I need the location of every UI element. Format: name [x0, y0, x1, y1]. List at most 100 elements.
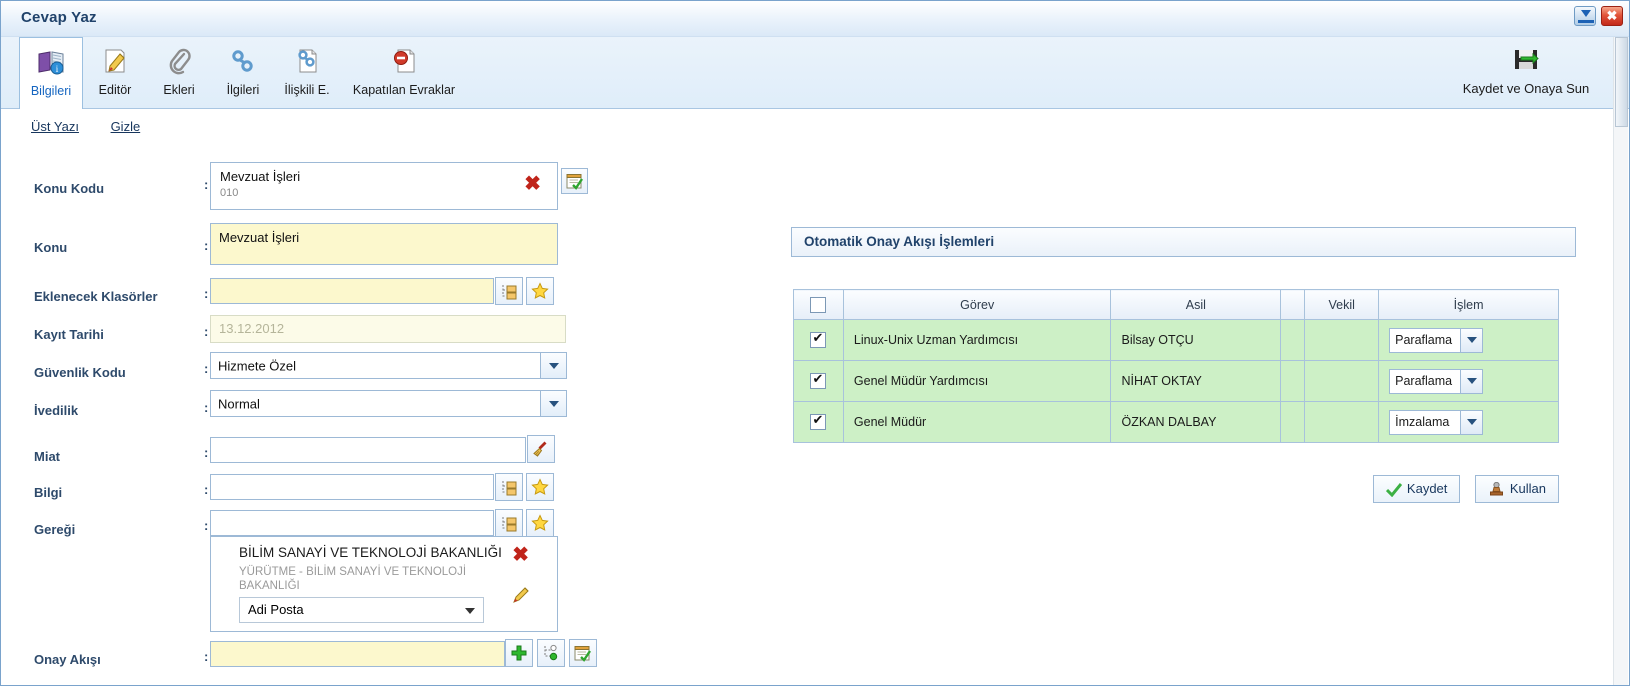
- label-onay-akisi: Onay Akışı: [34, 652, 101, 667]
- colon: :: [204, 400, 209, 415]
- recipient-organization: BİLİM SANAYİ VE TEKNOLOJİ BAKANLIĞI: [239, 545, 502, 560]
- kaydet-button[interactable]: Kaydet: [1372, 475, 1461, 503]
- chevron-down-icon[interactable]: [540, 353, 566, 378]
- chevron-down-icon[interactable]: [1460, 369, 1483, 393]
- miat-clear-button[interactable]: [527, 435, 555, 463]
- label-konu: Konu: [34, 240, 68, 255]
- minimize-button[interactable]: [1574, 6, 1596, 26]
- chevron-down-icon[interactable]: [1460, 410, 1483, 434]
- ribbon-tab-label: Ekleri: [163, 83, 195, 97]
- header-vekil[interactable]: Vekil: [1304, 289, 1380, 320]
- islem-value: İmzalama: [1395, 414, 1450, 429]
- onay-akisi-input[interactable]: [210, 641, 505, 667]
- folder-tree-icon: [502, 480, 516, 495]
- select-all-checkbox[interactable]: [810, 296, 827, 313]
- onay-akisi-flow-button[interactable]: [537, 639, 565, 667]
- ribbon-tab-bilgileri[interactable]: i Bilgileri: [19, 37, 83, 109]
- cell-islem[interactable]: Paraflama: [1378, 319, 1559, 361]
- ribbon-tab-kapatilan-evraklar[interactable]: Kapatılan Evraklar: [339, 37, 469, 97]
- cell-gorev: Linux-Unix Uzman Yardımcısı: [842, 319, 1112, 361]
- header-select-all[interactable]: [793, 289, 844, 320]
- konu-kodu-code: 010: [220, 187, 239, 199]
- chevron-down-icon: [465, 608, 475, 614]
- scrollbar-thumb[interactable]: [1615, 37, 1628, 127]
- recipient-remove-button[interactable]: ✖: [512, 545, 529, 566]
- close-button[interactable]: ✖: [1601, 6, 1623, 26]
- recipient-delivery-select[interactable]: Adi Posta: [239, 597, 484, 623]
- pencil-edit-icon: [513, 587, 529, 603]
- header-asil[interactable]: Asil: [1110, 289, 1282, 320]
- row-checkbox[interactable]: [810, 330, 827, 348]
- kullan-button-label: Kullan: [1509, 481, 1546, 496]
- bilgi-favorite-button[interactable]: [526, 473, 554, 501]
- ribbon-tab-iliskili-evraklar[interactable]: İlişkili E.: [275, 37, 339, 97]
- colon: :: [204, 324, 209, 339]
- row-checkbox-cell[interactable]: [793, 401, 844, 443]
- konu-field[interactable]: Mevzuat İşleri: [210, 223, 558, 265]
- islem-select[interactable]: Paraflama: [1389, 327, 1484, 353]
- cell-islem[interactable]: İmzalama: [1378, 401, 1559, 443]
- row-checkbox[interactable]: [810, 412, 827, 430]
- kayit-tarihi-value: 13.12.2012: [219, 321, 285, 336]
- workflow-node-icon: [544, 644, 558, 661]
- chevron-down-icon[interactable]: [540, 391, 566, 416]
- konu-kodu-field[interactable]: Mevzuat İşleri 010 ✖: [210, 162, 558, 210]
- eklenecek-klasorler-tree-button[interactable]: [495, 277, 523, 305]
- bilgi-tree-button[interactable]: [495, 473, 523, 501]
- eklenecek-klasorler-input[interactable]: [210, 278, 494, 304]
- colon: :: [204, 445, 209, 460]
- favorite-star-icon: [531, 282, 549, 299]
- chevron-down-icon[interactable]: [1460, 328, 1483, 352]
- favorite-star-icon: [531, 514, 549, 531]
- geregi-tree-button[interactable]: [495, 509, 523, 537]
- eklenecek-klasorler-favorite-button[interactable]: [526, 277, 554, 305]
- vertical-scrollbar[interactable]: [1613, 37, 1628, 685]
- onay-akisi-list-button[interactable]: [569, 639, 597, 667]
- cell-gorev: Genel Müdür Yardımcısı: [842, 360, 1112, 402]
- stamp-icon: [1489, 481, 1503, 496]
- red-x-icon[interactable]: ✖: [524, 174, 541, 194]
- onay-akisi-add-button[interactable]: [505, 639, 533, 667]
- geregi-input[interactable]: [210, 510, 494, 536]
- label-kayit-tarihi: Kayıt Tarihi: [34, 327, 104, 342]
- label-geregi: Gereği: [34, 522, 76, 537]
- colon: :: [204, 649, 209, 664]
- ribbon-tab-ilgileri[interactable]: İlgileri: [211, 37, 275, 97]
- konu-kodu-picker-button[interactable]: [561, 168, 588, 194]
- row-checkbox-cell[interactable]: [793, 360, 844, 402]
- recipient-delivery-value: Adi Posta: [248, 602, 304, 617]
- ribbon-tab-ekleri[interactable]: Ekleri: [147, 37, 211, 97]
- colon: :: [204, 177, 209, 192]
- cell-islem[interactable]: Paraflama: [1378, 360, 1559, 402]
- save-and-submit-button[interactable]: Kaydet ve Onaya Sun: [1431, 41, 1621, 96]
- no-entry-document-icon: [339, 43, 469, 79]
- guvenlik-kodu-select[interactable]: Hizmete Özel: [210, 352, 567, 379]
- folder-tree-icon: [502, 516, 516, 531]
- row-checkbox-cell[interactable]: [793, 319, 844, 361]
- ivedilik-select[interactable]: Normal: [210, 390, 567, 417]
- table-row[interactable]: Genel Müdür ÖZKAN DALBAY İmzalama: [793, 401, 1559, 443]
- kullan-button[interactable]: Kullan: [1474, 475, 1559, 503]
- colon: :: [204, 286, 209, 301]
- row-checkbox[interactable]: [810, 371, 827, 389]
- cell-vekil: [1304, 401, 1380, 443]
- colon: :: [204, 482, 209, 497]
- link-gizle[interactable]: Gizle: [111, 119, 141, 134]
- bilgi-input[interactable]: [210, 474, 494, 500]
- geregi-favorite-button[interactable]: [526, 509, 554, 537]
- link-ust-yazi[interactable]: Üst Yazı: [31, 119, 79, 134]
- header-gorev[interactable]: Görev: [842, 289, 1112, 320]
- islem-select[interactable]: İmzalama: [1389, 409, 1484, 435]
- cell-asil: ÖZKAN DALBAY: [1110, 401, 1282, 443]
- recipient-edit-button[interactable]: [511, 585, 531, 610]
- cell-vekil: [1304, 360, 1380, 402]
- miat-input[interactable]: [210, 437, 526, 463]
- konu-kodu-value: Mevzuat İşleri: [220, 169, 301, 184]
- header-blank: [1280, 289, 1306, 320]
- table-row[interactable]: Genel Müdür Yardımcısı NİHAT OKTAY Paraf…: [793, 360, 1559, 402]
- header-islem[interactable]: İşlem: [1378, 289, 1559, 320]
- islem-select[interactable]: Paraflama: [1389, 368, 1484, 394]
- ribbon-tab-editor[interactable]: Editör: [83, 37, 147, 97]
- approval-flow-header: Otomatik Onay Akışı İşlemleri: [791, 227, 1576, 257]
- table-row[interactable]: Linux-Unix Uzman Yardımcısı Bilsay OTÇU …: [793, 319, 1559, 361]
